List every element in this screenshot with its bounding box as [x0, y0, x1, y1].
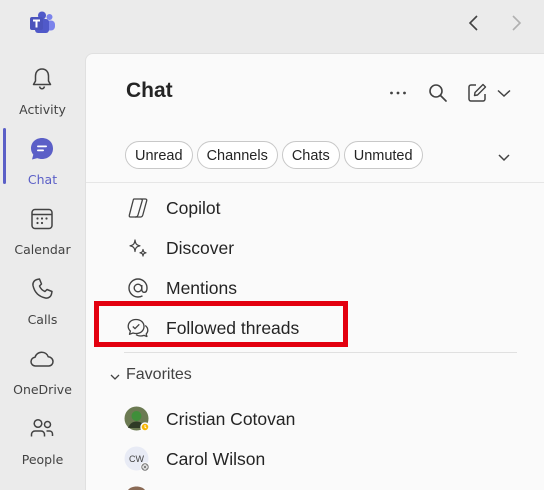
rail-item-calendar[interactable]: Calendar [0, 205, 85, 269]
rail-label-chat: Chat [27, 172, 58, 187]
bell-icon [32, 68, 52, 90]
search-icon[interactable] [426, 81, 450, 105]
avatar-initials: CW [129, 454, 144, 464]
person-name: Carol Wilson [166, 449, 266, 469]
sparkle-icon [129, 239, 147, 257]
followed-threads-icon [127, 318, 149, 338]
rail-label-people: People [21, 452, 64, 467]
app-rail: Activity Chat Calendar Calls OneDrive Pe… [0, 53, 85, 489]
filter-chats[interactable]: Chats [281, 141, 340, 169]
avatar [124, 406, 150, 432]
rail-item-onedrive[interactable]: OneDrive [0, 345, 85, 409]
chat-panel: Chat Unread Channels Chats Unmuted Copilot … [85, 53, 544, 490]
chevron-down-icon[interactable] [492, 81, 516, 105]
chat-icon [31, 138, 53, 160]
nav-item-followed-threads[interactable]: Followed threads [124, 313, 414, 343]
favorite-cristian-cotovan[interactable]: Cristian Cotovan [124, 403, 424, 435]
filter-channels[interactable]: Channels [196, 141, 278, 169]
nav-item-copilot[interactable]: Copilot [124, 193, 414, 223]
rail-label-activity: Activity [19, 102, 66, 117]
rail-item-chat[interactable]: Chat [0, 135, 85, 199]
calendar-icon [31, 208, 53, 230]
phone-icon [32, 278, 53, 299]
filter-unmuted[interactable]: Unmuted [343, 141, 423, 169]
nav-item-label: Copilot [166, 198, 221, 218]
rail-item-people[interactable]: People [0, 415, 85, 479]
new-chat-icon[interactable] [465, 81, 489, 105]
chevron-down-icon [110, 374, 120, 380]
filter-unread[interactable]: Unread [125, 141, 193, 169]
at-icon [128, 278, 148, 298]
person-name: Cristian Cotovan [166, 409, 296, 429]
section-divider [124, 352, 517, 353]
favorites-label: Favorites [126, 366, 192, 383]
rail-label-calls: Calls [27, 312, 58, 327]
rail-label-onedrive: OneDrive [13, 382, 72, 397]
nav-item-discover[interactable]: Discover [124, 233, 414, 263]
nav-item-label: Followed threads [166, 318, 300, 338]
rail-item-activity[interactable]: Activity [0, 65, 85, 129]
chevron-left-icon[interactable] [464, 13, 484, 33]
nav-item-label: Mentions [166, 278, 238, 298]
more-options-icon[interactable] [386, 81, 410, 105]
title-bar [0, 0, 544, 53]
page-title: Chat [126, 79, 173, 102]
divider [86, 182, 544, 183]
rail-item-calls[interactable]: Calls [0, 275, 85, 339]
copilot-icon [128, 198, 148, 218]
avatar-partial [128, 486, 145, 490]
nav-item-label: Discover [166, 238, 235, 258]
filter-bar: Unread Channels Chats Unmuted [125, 141, 427, 171]
teams-logo-icon[interactable] [29, 11, 56, 35]
expand-filters-icon[interactable] [494, 147, 514, 167]
chevron-right-icon[interactable] [506, 13, 526, 33]
avatar: CW [124, 446, 150, 472]
rail-label-calendar: Calendar [14, 242, 71, 257]
cloud-icon [30, 351, 54, 367]
favorite-carol-wilson[interactable]: CW Carol Wilson [124, 443, 424, 475]
nav-item-mentions[interactable]: Mentions [124, 273, 414, 303]
people-icon [30, 418, 54, 437]
